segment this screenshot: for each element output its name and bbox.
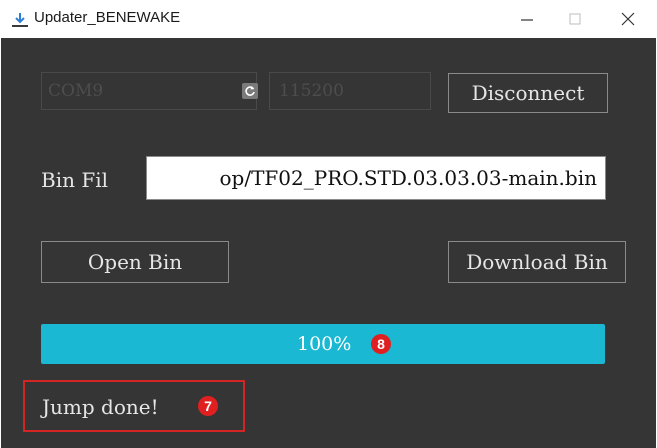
close-button[interactable] — [605, 0, 651, 38]
baud-rate-value: 115200 — [279, 81, 344, 101]
minimize-button[interactable] — [504, 0, 550, 38]
client-area: COM9 115200 Disconnect Bin Fil op/TF02_P… — [1, 38, 656, 448]
annotation-marker-7: 7 — [198, 396, 218, 416]
refresh-button[interactable] — [242, 83, 258, 99]
annotation-marker-8: 8 — [371, 334, 391, 354]
status-highlight-box: Jump done! 7 — [23, 380, 245, 432]
maximize-button[interactable] — [552, 0, 598, 38]
bin-file-label: Bin Fil — [41, 168, 109, 192]
progress-label: 100% — [297, 333, 352, 355]
close-icon — [621, 12, 635, 26]
download-bin-button[interactable]: Download Bin — [448, 241, 626, 283]
title-bar: Updater_BENEWAKE — [0, 0, 657, 38]
updater-arrow-icon — [11, 12, 29, 28]
open-bin-button[interactable]: Open Bin — [41, 241, 229, 283]
status-text: Jump done! — [42, 395, 159, 419]
port-select[interactable]: COM9 — [41, 72, 257, 110]
refresh-icon — [245, 86, 255, 96]
maximize-icon — [569, 13, 581, 25]
disconnect-button[interactable]: Disconnect — [448, 73, 608, 113]
baud-rate-input[interactable]: 115200 — [269, 72, 431, 110]
updater-window: Updater_BENEWAKE COM9 115200 Disconnect … — [0, 0, 657, 448]
bin-file-input[interactable]: op/TF02_PRO.STD.03.03.03-main.bin — [146, 156, 606, 200]
minimize-icon — [521, 19, 533, 21]
port-select-value: COM9 — [48, 81, 104, 101]
bin-file-path: op/TF02_PRO.STD.03.03.03-main.bin — [219, 166, 598, 190]
window-title: Updater_BENEWAKE — [34, 9, 181, 26]
progress-bar: 100% — [41, 324, 605, 364]
